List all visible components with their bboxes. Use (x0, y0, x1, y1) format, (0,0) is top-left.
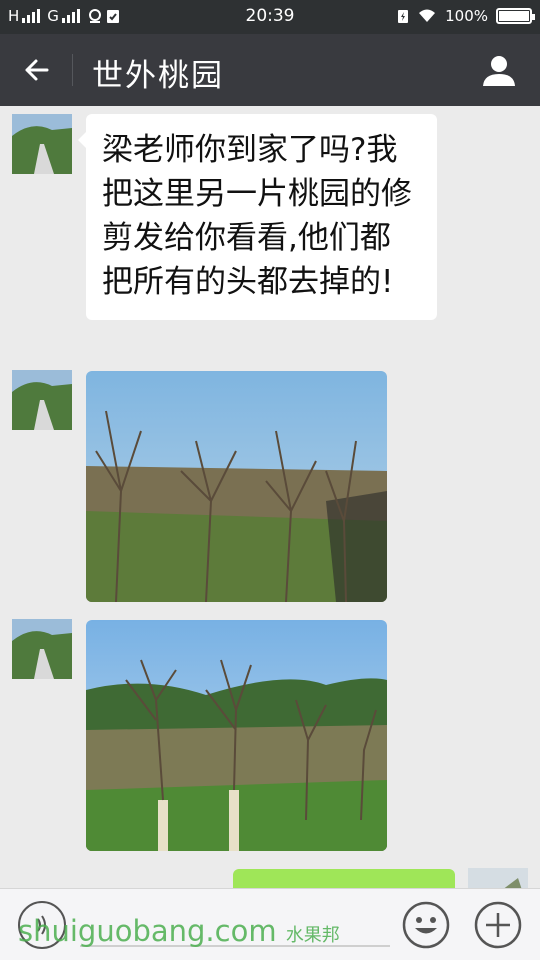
emoji-icon (402, 901, 450, 949)
arrow-left-icon (25, 59, 49, 81)
title-bar: 世外桃园 (0, 34, 540, 106)
image-message[interactable] (86, 371, 387, 602)
battery-percent: 100% (445, 7, 488, 25)
sender-avatar[interactable] (12, 114, 72, 174)
more-button[interactable] (474, 901, 522, 949)
watermark-text: shuiguobang.com (18, 914, 277, 948)
chat-info-button[interactable] (480, 52, 518, 90)
sender-avatar[interactable] (12, 619, 72, 679)
image-message[interactable] (86, 620, 387, 851)
chat-title: 世外桃园 (92, 58, 224, 94)
sender-avatar[interactable] (12, 370, 72, 430)
avatar-image (12, 114, 72, 174)
orchard-photo-hills (86, 620, 387, 851)
wifi-icon (419, 9, 436, 22)
battery-icon (496, 8, 535, 24)
message-bubble[interactable]: 梁老师你到家了吗?我把这里另一片桃园的修剪发给你看看,他们都把所有的头都去掉的! (78, 114, 437, 320)
back-button[interactable] (14, 50, 60, 90)
person-icon (483, 56, 515, 86)
self-avatar-image (468, 868, 528, 888)
watermark: shuiguobang.com 水果邦 (18, 914, 340, 948)
self-avatar[interactable] (468, 868, 528, 888)
self-message-bubble[interactable] (233, 869, 455, 888)
plus-icon (474, 901, 522, 949)
chat-area[interactable]: 梁老师你到家了吗?我把这里另一片桃园的修剪发给你看看,他们都把所有的头都去掉的! (0, 106, 540, 888)
orchard-photo (86, 371, 387, 602)
avatar-image (12, 619, 72, 679)
title-divider (72, 54, 73, 86)
emoji-button[interactable] (402, 901, 450, 949)
avatar-image (12, 370, 72, 430)
watermark-sub: 水果邦 (285, 925, 340, 946)
status-bar: H G 20:39 100% (0, 0, 540, 34)
battery-charging-icon (398, 10, 409, 23)
status-right: 100% (397, 7, 535, 25)
